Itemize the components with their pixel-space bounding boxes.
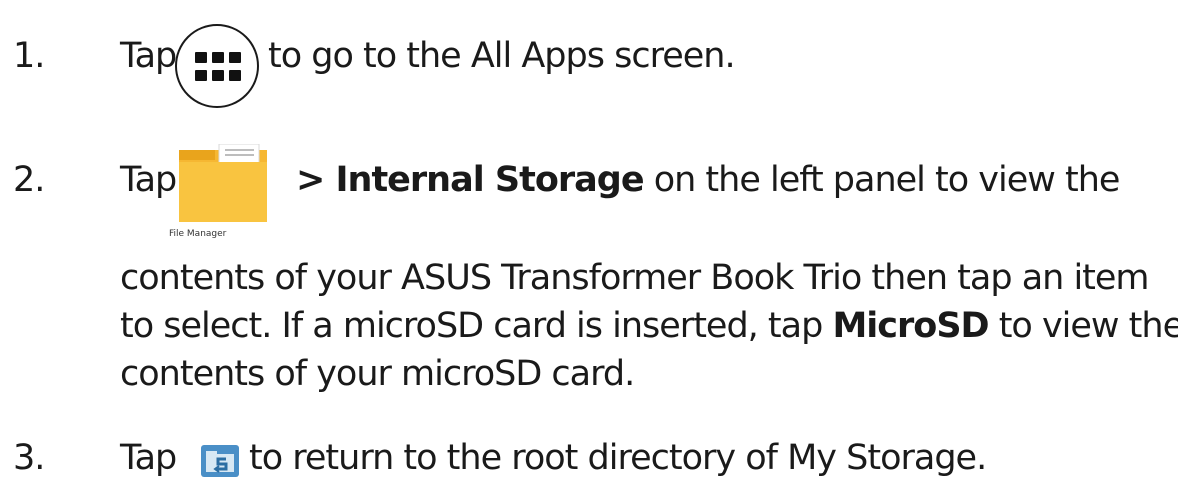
all-apps-icon bbox=[175, 24, 259, 108]
step-text-before: Tap bbox=[120, 160, 177, 200]
file-manager-icon bbox=[175, 143, 270, 224]
microsd-label: MicroSD bbox=[832, 306, 989, 346]
step-text-after: to return to the root directory of My St… bbox=[249, 438, 987, 478]
return-root-icon bbox=[201, 445, 239, 477]
step-number: 3. bbox=[13, 438, 45, 478]
internal-storage-label: > Internal Storage bbox=[296, 160, 645, 200]
file-manager-label: File Manager bbox=[169, 229, 227, 239]
step-number: 2. bbox=[13, 160, 45, 200]
step-text-before: Tap bbox=[120, 36, 177, 76]
step-instruction: > Internal Storage on the left panel to … bbox=[296, 160, 1120, 200]
step-text-after: to go to the All Apps screen. bbox=[268, 36, 736, 76]
step-number: 1. bbox=[13, 36, 45, 76]
step-text-before: Tap bbox=[120, 438, 177, 478]
